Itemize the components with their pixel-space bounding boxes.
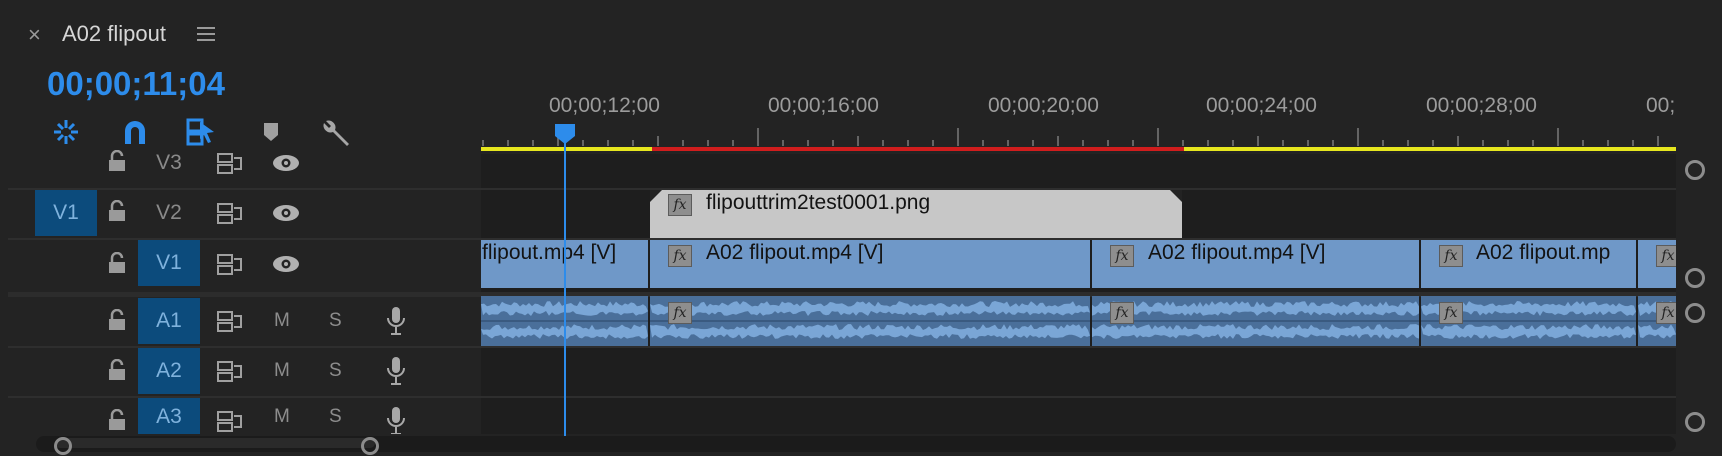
waveform-channel-divider: [650, 320, 1090, 322]
track-header-a3: A3 M S: [8, 398, 481, 434]
track-name-v1[interactable]: V1: [138, 240, 200, 286]
ruler-label: 00;00;16;00: [768, 94, 879, 117]
mute-track-button[interactable]: M: [274, 298, 290, 344]
fx-badge-icon[interactable]: fx: [1110, 245, 1134, 267]
track-lock-icon[interactable]: [108, 150, 126, 172]
scrollbar-zoom-handle-right[interactable]: [361, 437, 379, 455]
ruler-label: 00;00;24;00: [1206, 94, 1317, 117]
panel-menu-icon[interactable]: [197, 26, 215, 42]
fx-badge-icon[interactable]: fx: [1439, 245, 1463, 267]
clip-label: A02 flipout.mp: [1476, 241, 1611, 264]
voice-over-record-mic-icon[interactable]: [386, 356, 406, 386]
scrollbar-thumb[interactable]: [55, 438, 375, 448]
fx-badge-icon[interactable]: fx: [1110, 302, 1134, 324]
sync-lock-icon[interactable]: [217, 253, 243, 275]
waveform-channel: [1092, 301, 1419, 316]
track-lock-icon[interactable]: [108, 309, 126, 331]
sync-lock-icon[interactable]: [217, 202, 243, 224]
track-name-a3[interactable]: A3: [138, 398, 200, 434]
clip-audio[interactable]: fx: [1421, 296, 1636, 346]
fx-badge-icon[interactable]: fx: [1656, 245, 1676, 267]
clip-label: flipouttrim2test0001.png: [706, 191, 931, 214]
close-tab-button[interactable]: ×: [28, 22, 41, 48]
playhead-timecode[interactable]: 00;00;11;04: [47, 64, 225, 104]
clip-video[interactable]: fx A02 flipout.mp: [1421, 240, 1636, 288]
toggle-track-output-eye-icon[interactable]: [272, 154, 300, 172]
vertical-zoom-handle[interactable]: [1685, 160, 1705, 180]
waveform-channel: [650, 301, 1090, 316]
sync-lock-icon[interactable]: [217, 360, 243, 382]
track-lock-icon[interactable]: [108, 200, 126, 222]
track-header-v3: V3: [8, 140, 481, 188]
waveform-channel: [1638, 324, 1676, 339]
playhead-line: [564, 136, 566, 436]
audio-waveform: [650, 301, 1090, 339]
ruler-label: 00;00;20;00: [988, 94, 1099, 117]
clip-audio[interactable]: fx: [1638, 296, 1676, 346]
fx-badge-icon[interactable]: fx: [1439, 302, 1463, 324]
render-bar-red: [652, 147, 1184, 151]
render-bar-yellow: [1184, 147, 1676, 151]
fx-badge-icon[interactable]: fx: [668, 302, 692, 324]
scrollbar-zoom-handle-left[interactable]: [54, 437, 72, 455]
track-name-v3[interactable]: V3: [138, 140, 200, 186]
audio-waveform: [1092, 301, 1419, 339]
track-header-v2: V1 V2: [8, 190, 481, 238]
track-lock-icon[interactable]: [108, 409, 126, 431]
sequence-title[interactable]: A02 flipout: [62, 20, 166, 48]
waveform-channel: [1421, 324, 1636, 339]
mute-track-button[interactable]: M: [274, 398, 290, 434]
track-lock-icon[interactable]: [108, 359, 126, 381]
vertical-zoom-handle[interactable]: [1685, 268, 1705, 288]
solo-track-button[interactable]: S: [329, 298, 342, 344]
track-header-a2: A2 M S: [8, 348, 481, 396]
voice-over-record-mic-icon[interactable]: [386, 306, 406, 336]
clip-audio[interactable]: fx: [1092, 296, 1419, 346]
clip-label: A02 flipout.mp4 [V]: [706, 241, 884, 264]
clip-video[interactable]: fx: [1638, 240, 1676, 288]
clip-video[interactable]: fx A02 flipout.mp4 [V]: [1092, 240, 1419, 288]
track-name-a2[interactable]: A2: [138, 348, 200, 394]
sync-lock-icon[interactable]: [217, 410, 243, 432]
fx-badge-icon[interactable]: fx: [668, 194, 692, 216]
clip-label: flipout.mp4 [V]: [482, 241, 617, 264]
toggle-track-output-eye-icon[interactable]: [272, 204, 300, 222]
timeline-panel: × A02 flipout 00;00;11;04 00;00;12;00 00…: [0, 0, 1722, 456]
clip-trim-corner-icon: [650, 190, 662, 202]
mute-track-button[interactable]: M: [274, 348, 290, 394]
source-patch-v1[interactable]: V1: [35, 190, 97, 236]
playhead-handle[interactable]: [553, 122, 577, 146]
sync-lock-icon[interactable]: [217, 310, 243, 332]
fx-badge-icon[interactable]: fx: [668, 245, 692, 267]
waveform-channel: [650, 324, 1090, 339]
track-header-v1: V1: [8, 240, 481, 288]
solo-track-button[interactable]: S: [329, 398, 342, 434]
fx-badge-icon[interactable]: fx: [1656, 302, 1676, 324]
clip-label: A02 flipout.mp4 [V]: [1148, 241, 1326, 264]
panel-tab-header: × A02 flipout: [0, 0, 1722, 64]
ruler-label: 00;: [1646, 94, 1676, 117]
solo-track-button[interactable]: S: [329, 348, 342, 394]
add-marker-icon[interactable]: [263, 122, 279, 142]
vertical-zoom-handle[interactable]: [1685, 303, 1705, 323]
ruler-label: 00;00;12;00: [549, 94, 660, 117]
track-lock-icon[interactable]: [108, 252, 126, 274]
render-bar-yellow: [481, 147, 652, 151]
track-name-a1[interactable]: A1: [138, 298, 200, 344]
vertical-zoom-handle[interactable]: [1685, 412, 1705, 432]
clip-trim-corner-icon: [1170, 190, 1182, 202]
ruler-label: 00;00;28;00: [1426, 94, 1537, 117]
voice-over-record-mic-icon[interactable]: [386, 406, 406, 434]
clip-audio[interactable]: fx: [650, 296, 1090, 346]
clip-video[interactable]: fx A02 flipout.mp4 [V]: [650, 240, 1090, 288]
clip-image[interactable]: fx flipouttrim2test0001.png: [650, 190, 1182, 238]
toggle-track-output-eye-icon[interactable]: [272, 255, 300, 273]
waveform-channel: [1092, 324, 1419, 339]
sync-lock-icon[interactable]: [217, 152, 243, 174]
track-name-v2[interactable]: V2: [138, 190, 200, 236]
track-header-a1: A1 M S: [8, 298, 481, 346]
waveform-channel-divider: [1092, 320, 1419, 322]
